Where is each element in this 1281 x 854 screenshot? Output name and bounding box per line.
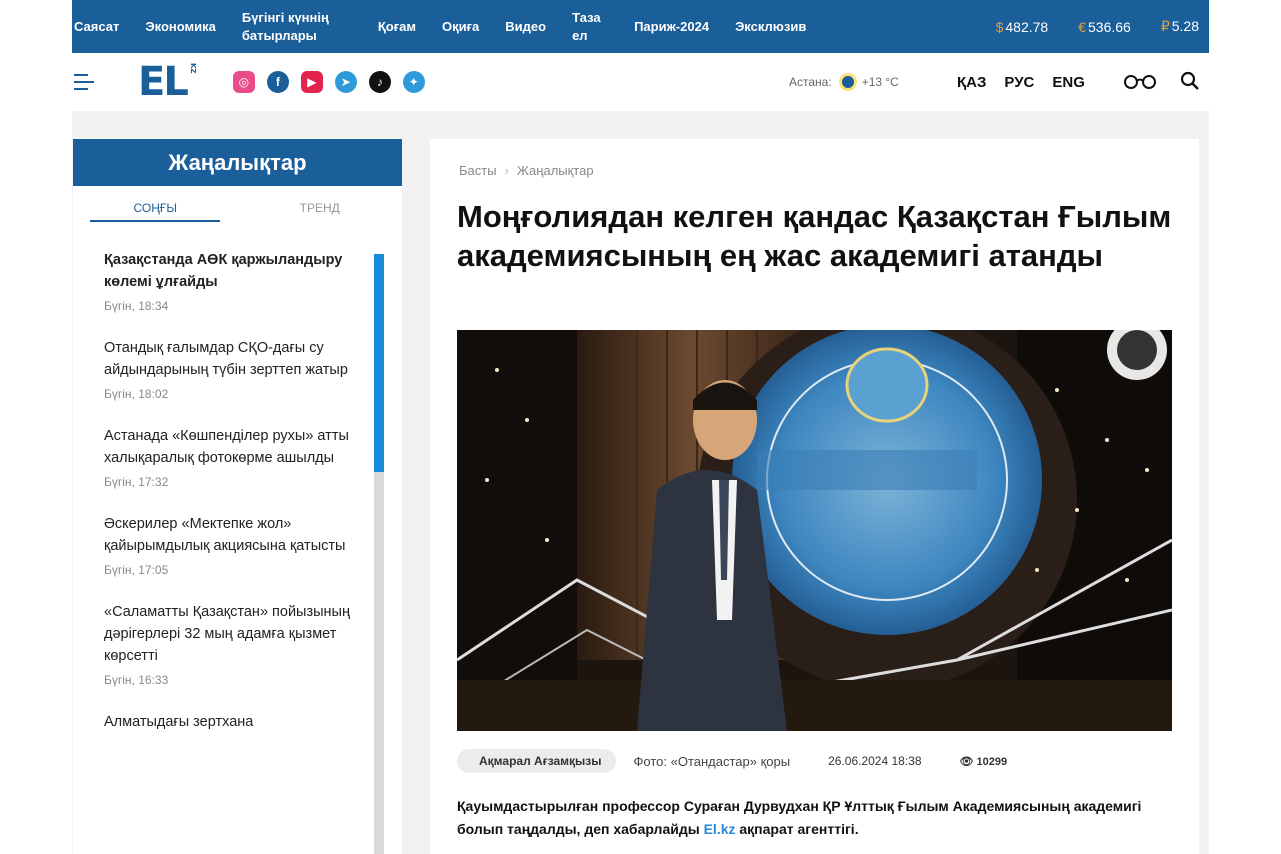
article-container: Басты › Жаңалықтар Моңғолиядан келген қанд… (430, 139, 1199, 854)
chevron-right-icon: › (504, 163, 509, 178)
news-time: Бүгін, 18:02 (104, 387, 169, 401)
nav-item-ekonomika[interactable]: Экономика (145, 18, 216, 36)
article-title: Моңғолиядан келген қандас Қазақстан Ғылы… (457, 199, 1172, 273)
social-links: ◎ f ▶ ➤ ♪ ✦ (232, 71, 437, 93)
source-link[interactable]: El.kz (704, 821, 736, 837)
sidebar-title: Жаңалықтар (73, 139, 402, 186)
language-switcher: ҚАЗ РУС ENG (957, 53, 1103, 111)
news-title: Отандық ғалымдар СҚО-дағы су айдындарыны… (104, 340, 348, 378)
rate-eur-value: 536.66 (1088, 18, 1131, 35)
view-count: 👁 10299 (960, 755, 1008, 768)
sidebar-tabs: СОҢҒЫ ТРЕНД (73, 186, 402, 228)
list-item[interactable]: «Саламатты Қазақстан» пойызының дәрігерл… (73, 601, 402, 687)
youtube-icon[interactable]: ▶ (300, 71, 323, 93)
nav-item-oqiga[interactable]: Оқиға (442, 18, 479, 36)
news-sidebar: Жаңалықтар СОҢҒЫ ТРЕНД Қазақстанда АӨК қ… (73, 139, 402, 854)
tab-trend[interactable]: ТРЕНД (238, 186, 403, 228)
list-item[interactable]: Астанада «Көшпенділер рухы» атты халықар… (73, 425, 402, 489)
author-badge[interactable]: Ақмарал Ағзамқызы (457, 749, 616, 773)
article-meta: Ақмарал Ағзамқызы Фото: «Отандастар» қор… (457, 749, 1007, 773)
rate-usd: $482.78 (996, 19, 1049, 35)
facebook-icon[interactable]: f (266, 71, 289, 93)
dollar-icon: $ (995, 18, 1004, 35)
news-title: Әскерилер «Мектепке жол» қайырымдылық ак… (104, 516, 346, 554)
nav-item-video[interactable]: Видео (505, 18, 546, 36)
ruble-icon: ₽ (1160, 18, 1170, 34)
rate-rub-value: 5.28 (1171, 18, 1199, 34)
header-bar: EL KZ ◎ f ▶ ➤ ♪ ✦ Астана: +13 °C ҚАЗ РУС … (72, 53, 1209, 111)
menu-icon[interactable] (74, 74, 98, 90)
breadcrumb: Басты › Жаңалықтар (459, 163, 594, 178)
rate-rub: ₽5.28 (1161, 18, 1199, 35)
news-title: «Саламатты Қазақстан» пойызының дәрігерл… (104, 604, 350, 664)
nav-item-qogam[interactable]: Қоғам (378, 18, 416, 36)
news-time: Бүгін, 17:32 (104, 475, 169, 489)
news-time: Бүгін, 16:33 (104, 673, 169, 687)
euro-icon: € (1078, 18, 1086, 35)
lang-rus[interactable]: РУС (1004, 74, 1034, 91)
rate-eur: €536.66 (1078, 19, 1131, 35)
weather-temp: +13 °C (861, 75, 899, 89)
search-icon[interactable] (1180, 71, 1200, 96)
publish-date: 26.06.2024 18:38 (828, 754, 922, 768)
news-title: Қазақстанда АӨК қаржыландыру көлемі ұлға… (104, 252, 343, 290)
nav-item-heroes[interactable]: Бүгінгі күннің батырлары (242, 9, 352, 45)
nav-item-paris-2024[interactable]: Париж-2024 (634, 18, 709, 36)
view-count-value: 10299 (976, 755, 1008, 768)
breadcrumb-home[interactable]: Басты (459, 163, 497, 178)
eye-icon: 👁 (959, 755, 974, 768)
list-item[interactable]: Отандық ғалымдар СҚО-дағы су айдындарыны… (73, 337, 402, 401)
site-logo[interactable]: EL KZ (138, 59, 197, 105)
top-navigation: Саясат Экономика Бүгінгі күннің батырлар… (72, 0, 1209, 53)
sun-icon (841, 76, 854, 88)
twitter-icon[interactable]: ✦ (402, 71, 425, 93)
lang-eng[interactable]: ENG (1052, 74, 1085, 91)
nav-item-sayasat[interactable]: Саясат (74, 18, 119, 36)
breadcrumb-news[interactable]: Жаңалықтар (517, 163, 594, 178)
nav-item-taza-el[interactable]: Таза ел (572, 9, 608, 45)
news-title: Алматыдағы зертхана (104, 714, 254, 730)
currency-rates: $482.78 €536.66 ₽5.28 (966, 0, 1209, 53)
accessibility-glasses-icon[interactable] (1122, 73, 1158, 94)
tab-latest[interactable]: СОҢҒЫ (73, 186, 238, 228)
photo-credit: Фото: «Отандастар» қоры (633, 753, 791, 769)
nav-item-exclusive[interactable]: Эксклюзив (735, 18, 806, 36)
tiktok-icon[interactable]: ♪ (368, 71, 391, 93)
list-item[interactable]: Әскерилер «Мектепке жол» қайырымдылық ак… (73, 513, 402, 577)
instagram-icon[interactable]: ◎ (232, 71, 255, 93)
list-item[interactable]: Қазақстанда АӨК қаржыландыру көлемі ұлға… (73, 249, 402, 313)
rate-usd-value: 482.78 (1005, 18, 1049, 35)
telegram-icon[interactable]: ➤ (334, 71, 357, 93)
lang-kaz[interactable]: ҚАЗ (957, 74, 986, 91)
sidebar-news-list: Қазақстанда АӨК қаржыландыру көлемі ұлға… (73, 249, 402, 757)
list-item[interactable]: Алматыдағы зертхана (73, 711, 402, 733)
weather-city: Астана: (789, 75, 832, 89)
news-time: Бүгін, 17:05 (104, 563, 169, 577)
weather-widget: Астана: +13 °C (789, 53, 899, 111)
sidebar-scrollbar-thumb[interactable] (374, 254, 384, 472)
news-title: Астанада «Көшпенділер рухы» атты халықар… (104, 428, 349, 466)
article-photo (457, 330, 1172, 731)
article-lead: Қауымдастырылған профессор Сураған Дурву… (457, 798, 1142, 837)
news-time: Бүгін, 18:34 (104, 299, 169, 313)
